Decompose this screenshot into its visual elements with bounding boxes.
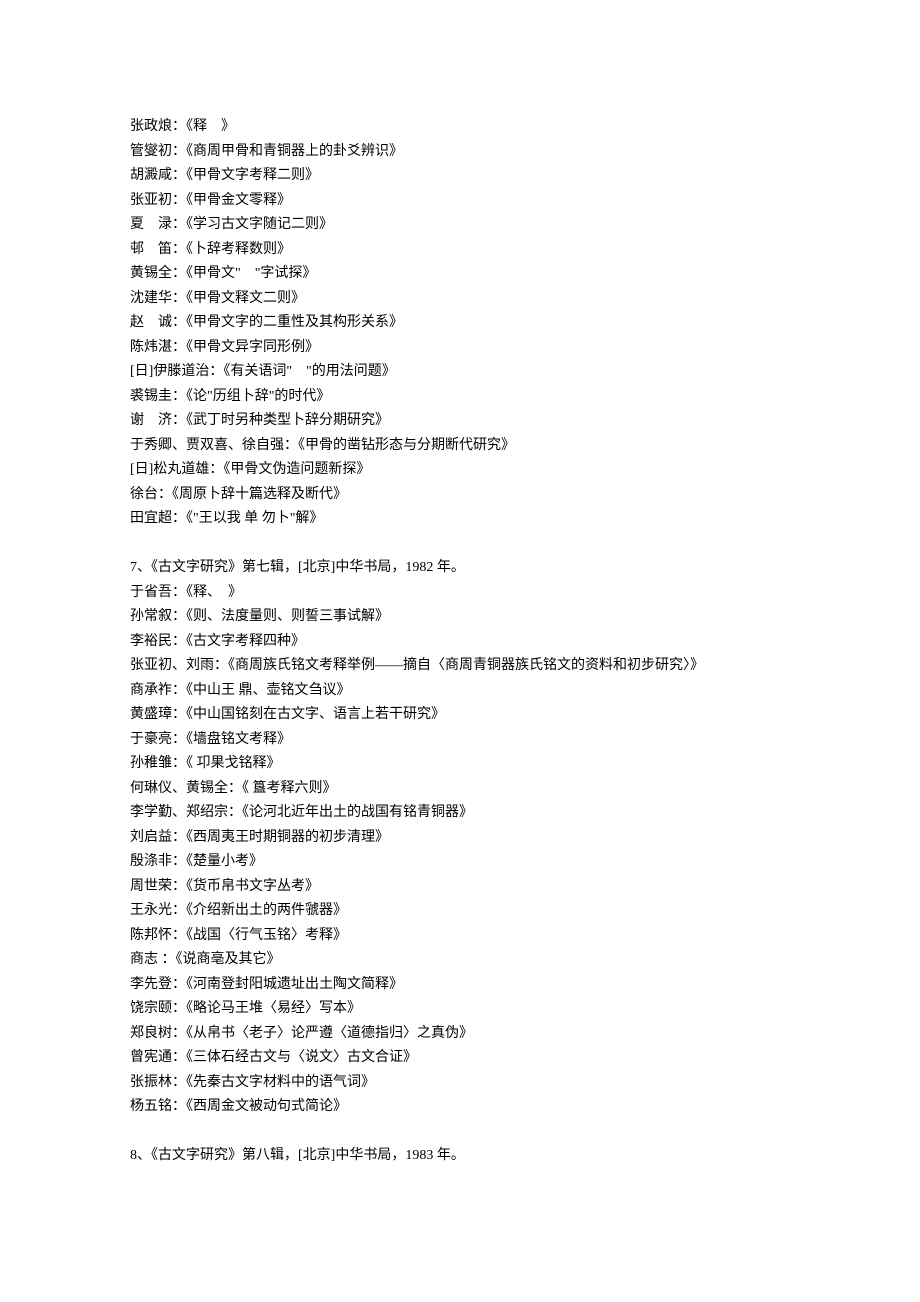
blank-line [130, 1120, 790, 1145]
bibliography-entry: 郑良树：《从帛书〈老子〉论严遵〈道德指归〉之真伪》 [130, 1022, 790, 1047]
bibliography-entry: 田宜超：《"王以我 单 勿卜"解》 [130, 507, 790, 532]
bibliography-entry: 胡澱咸：《甲骨文字考释二则》 [130, 164, 790, 189]
bibliography-entry: 于省吾：《释𢎘、 》 [130, 581, 790, 606]
bibliography-entry: 李学勤、郑绍宗：《论河北近年出土的战国有铭青铜器》 [130, 801, 790, 826]
bibliography-entry: 周世荣：《货币帛书文字丛考》 [130, 875, 790, 900]
bibliography-entry: [日]伊滕道治：《有关语词" "的用法问题》 [130, 360, 790, 385]
bibliography-entry: 杨五铭：《西周金文被动句式简论》 [130, 1095, 790, 1120]
bibliography-entry: 何琳仪、黄锡全：《 簋考释六则》 [130, 777, 790, 802]
bibliography-entry: 赵 诚：《甲骨文字的二重性及其构形关系》 [130, 311, 790, 336]
section-8-heading: 8、《古文字研究》第八辑，[北京]中华书局，1983 年。 [130, 1144, 790, 1169]
bibliography-entry: 张亚初：《甲骨金文零释》 [130, 189, 790, 214]
bibliography-entry: [日]松丸道雄：《甲骨文伪造问题新探》 [130, 458, 790, 483]
bibliography-entry: 刘启益：《西周夷王时期铜器的初步清理》 [130, 826, 790, 851]
bibliography-entry: 商志 ：《说商亳及其它》 [130, 948, 790, 973]
bibliography-entry: 邨 笛：《卜辞考释数则》 [130, 238, 790, 263]
section-7-heading: 7、《古文字研究》第七辑，[北京]中华书局，1982 年。 [130, 556, 790, 581]
bibliography-entry: 陈炜湛：《甲骨文异字同形例》 [130, 336, 790, 361]
bibliography-entry: 管燮初：《商周甲骨和青铜器上的卦爻辨识》 [130, 140, 790, 165]
bibliography-entry: 孙稚雏：《 卭果戈铭释》 [130, 752, 790, 777]
bibliography-entry: 陈邦怀：《战国〈行气玉铭〉考释》 [130, 924, 790, 949]
bibliography-entry: 孙常叙：《则、法度量则、则誓三事试解》 [130, 605, 790, 630]
bibliography-entry: 夏 渌：《学习古文字随记二则》 [130, 213, 790, 238]
document-page: 张政烺：《释 》管燮初：《商周甲骨和青铜器上的卦爻辨识》胡澱咸：《甲骨文字考释二… [0, 0, 920, 1219]
bibliography-entry: 李裕民：《古文字考释四种》 [130, 630, 790, 655]
bibliography-entry: 王永光：《介绍新出土的两件虢器》 [130, 899, 790, 924]
section-7-entries: 于省吾：《释𢎘、 》孙常叙：《则、法度量则、则誓三事试解》李裕民：《古文字考释四… [130, 581, 790, 1120]
bibliography-entry: 黄锡全：《甲骨文" "字试探》 [130, 262, 790, 287]
blank-line [130, 532, 790, 557]
bibliography-entry: 张政烺：《释 》 [130, 115, 790, 140]
bibliography-entry: 徐台：《周原卜辞十篇选释及断代》 [130, 483, 790, 508]
bibliography-entry: 商承祚：《中山王 鼎、壶铭文刍议》 [130, 679, 790, 704]
bibliography-entry: 于秀卿、贾双喜、徐自强：《甲骨的凿钻形态与分期断代研究》 [130, 434, 790, 459]
section-6-entries: 张政烺：《释 》管燮初：《商周甲骨和青铜器上的卦爻辨识》胡澱咸：《甲骨文字考释二… [130, 115, 790, 532]
bibliography-entry: 饶宗颐：《略论马王堆〈易经〉写本》 [130, 997, 790, 1022]
bibliography-entry: 曾宪通：《三体石经古文与〈说文〉古文合证》 [130, 1046, 790, 1071]
bibliography-entry: 于豪亮：《墙盘铭文考释》 [130, 728, 790, 753]
bibliography-entry: 殷涤非：《楚量小考》 [130, 850, 790, 875]
bibliography-entry: 谢 济：《武丁时另种类型卜辞分期研究》 [130, 409, 790, 434]
bibliography-entry: 黄盛璋：《中山国铭刻在古文字、语言上若干研究》 [130, 703, 790, 728]
bibliography-entry: 李先登：《河南登封阳城遗址出土陶文简释》 [130, 973, 790, 998]
bibliography-entry: 张亚初、刘雨：《商周族氏铭文考释举例——摘自〈商周青铜器族氏铭文的资料和初步研究… [130, 654, 790, 679]
bibliography-entry: 张振林：《先秦古文字材料中的语气词》 [130, 1071, 790, 1096]
bibliography-entry: 裘锡圭：《论"历组卜辞"的时代》 [130, 385, 790, 410]
bibliography-entry: 沈建华：《甲骨文释文二则》 [130, 287, 790, 312]
